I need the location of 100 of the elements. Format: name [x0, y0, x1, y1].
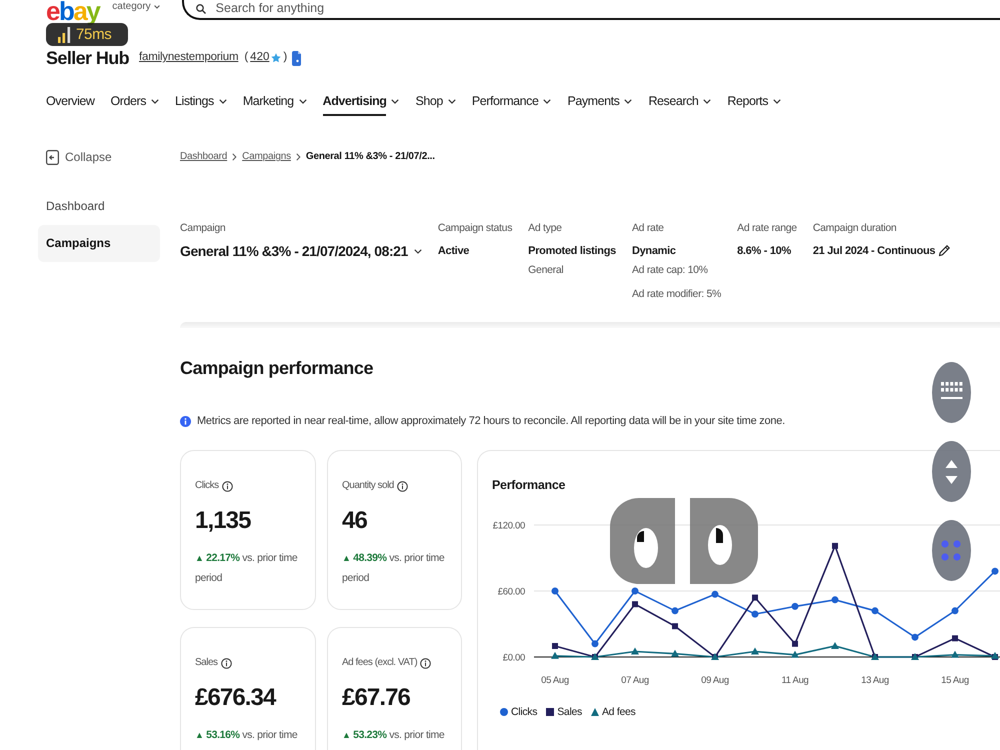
breadcrumb-current: General 11% &3% - 21/07/2...	[306, 151, 435, 163]
field-value: Promoted listings	[528, 244, 616, 259]
nav-tab[interactable]: Shop	[415, 93, 456, 116]
field-label: Ad type	[528, 221, 563, 235]
chevron-right-icon	[232, 153, 238, 161]
field-value: Active	[438, 244, 470, 259]
field-value: 21 Jul 2024 - Continuous	[812, 244, 936, 259]
page-title: Seller Hub	[46, 47, 130, 69]
search-field[interactable]: Search for anything	[182, 0, 1000, 20]
change-text: ▲ 53.23% vs. prior time	[342, 728, 446, 743]
info-icon	[180, 416, 191, 426]
data-point	[831, 642, 839, 649]
data-point	[751, 648, 759, 654]
metric-label: Clicks	[195, 479, 219, 493]
notice-text: Metrics are reported in near real-time, allow approximately 72 hours to reconcile. All reporting data will be in your site time zone.	[197, 414, 785, 429]
legend-label: Clicks	[511, 705, 538, 719]
nav-tab[interactable]: Marketing	[242, 93, 307, 116]
field-note: General	[528, 263, 564, 278]
ebay-logo[interactable]: ebay	[46, 0, 100, 23]
metric-value: 46	[342, 506, 368, 536]
data-point	[752, 610, 758, 618]
data-point	[592, 640, 598, 648]
axis-label: 07 Aug	[621, 675, 649, 686]
collapse-button[interactable]: Collapse	[46, 149, 112, 165]
change-text: ▲ 48.39% vs. prior time period	[342, 551, 446, 586]
feedback-bracket: (	[244, 50, 248, 66]
metric-value: 1,135	[195, 506, 252, 536]
data-point	[951, 650, 959, 658]
data-point	[792, 602, 798, 610]
field-label: Campaign duration	[812, 221, 898, 235]
nav-tab[interactable]: Overview	[46, 93, 94, 116]
legend-label: Sales	[557, 705, 582, 719]
sidebar-item[interactable]: Campaigns	[38, 225, 160, 262]
field-note: Ad rate cap: 10%	[632, 263, 709, 278]
data-point	[992, 568, 998, 575]
mouse-button-icon[interactable]	[690, 498, 758, 584]
category-button[interactable]: category	[112, 1, 160, 13]
field-note: Ad rate modifier: 5%	[632, 287, 722, 302]
metric-value: £676.34	[195, 683, 277, 713]
metric-label: Sales	[195, 656, 218, 670]
feedback-bracket: )	[283, 50, 288, 66]
data-point	[712, 590, 718, 598]
latency-reading: 75ms	[76, 26, 112, 44]
chart-title: Performance	[492, 478, 566, 492]
info-icon[interactable]	[396, 480, 408, 492]
axis-label: 15 Aug	[941, 675, 969, 686]
info-icon[interactable]	[220, 658, 232, 668]
info-icon[interactable]	[420, 658, 432, 668]
data-point	[832, 542, 838, 549]
change-text: ▲ 22.17% vs. prior time period	[195, 551, 298, 586]
nav-tab[interactable]: Research	[648, 93, 712, 116]
mouse-button-icon[interactable]	[610, 498, 675, 584]
data-point	[552, 643, 558, 649]
metric-label: Quantity sold	[342, 479, 394, 493]
data-point	[632, 601, 638, 608]
data-point	[551, 652, 559, 659]
breadcrumb-link[interactable]: Dashboard	[180, 151, 228, 163]
nav-tab[interactable]: Performance	[472, 93, 552, 116]
page-icon	[292, 50, 302, 66]
chevron-right-icon	[296, 153, 301, 161]
search-icon	[196, 4, 206, 14]
seller-name-link[interactable]: familynestemporium	[139, 49, 238, 67]
chevron-down-icon	[154, 5, 160, 9]
nav-tab[interactable]: Advertising	[322, 93, 400, 116]
data-point	[672, 607, 678, 614]
pencil-icon[interactable]	[939, 245, 950, 257]
info-icon[interactable]	[222, 480, 233, 492]
section-heading: Campaign performance	[180, 357, 374, 380]
axis-label: £60.00	[498, 586, 525, 598]
keyboard-icon[interactable]	[932, 362, 971, 423]
up-down-arrows-icon[interactable]	[932, 441, 971, 502]
nav-tab[interactable]: Payments	[567, 93, 632, 116]
chevron-down-icon	[414, 248, 422, 254]
axis-label: 05 Aug	[541, 675, 569, 686]
data-point	[632, 588, 638, 594]
data-point	[791, 650, 799, 658]
feedback-score-link[interactable]: 420	[250, 49, 270, 67]
nav-tab[interactable]: Reports	[727, 93, 781, 116]
nav-tab[interactable]: Listings	[175, 93, 227, 116]
axis-label: £120.00	[492, 520, 525, 532]
four-dots-icon[interactable]	[932, 520, 971, 581]
axis-label: 11 Aug	[781, 675, 809, 686]
nav-tab[interactable]: Orders	[110, 93, 160, 116]
field-label: Ad rate range	[737, 221, 797, 235]
campaign-select[interactable]: General 11% &3% - 21/07/2024, 08:21	[180, 240, 422, 262]
sidebar-item[interactable]: Dashboard	[38, 188, 160, 225]
collapse-icon	[46, 150, 59, 164]
legend-label: Ad fees	[602, 705, 636, 719]
data-point	[952, 635, 958, 642]
change-text: ▲ 53.16% vs. prior time	[195, 728, 298, 743]
field-label: Ad rate	[632, 221, 665, 235]
metric-label: Ad fees (excl. VAT)	[342, 656, 418, 670]
field-value: 8.6% - 10%	[737, 244, 792, 259]
field-value: Dynamic	[632, 244, 677, 259]
data-point	[631, 648, 639, 654]
metric-value: £67.76	[342, 683, 412, 713]
breadcrumb-link[interactable]: Campaigns	[242, 151, 291, 163]
data-point	[952, 607, 958, 614]
axis-label: 13 Aug	[861, 675, 889, 686]
data-point	[671, 650, 679, 657]
